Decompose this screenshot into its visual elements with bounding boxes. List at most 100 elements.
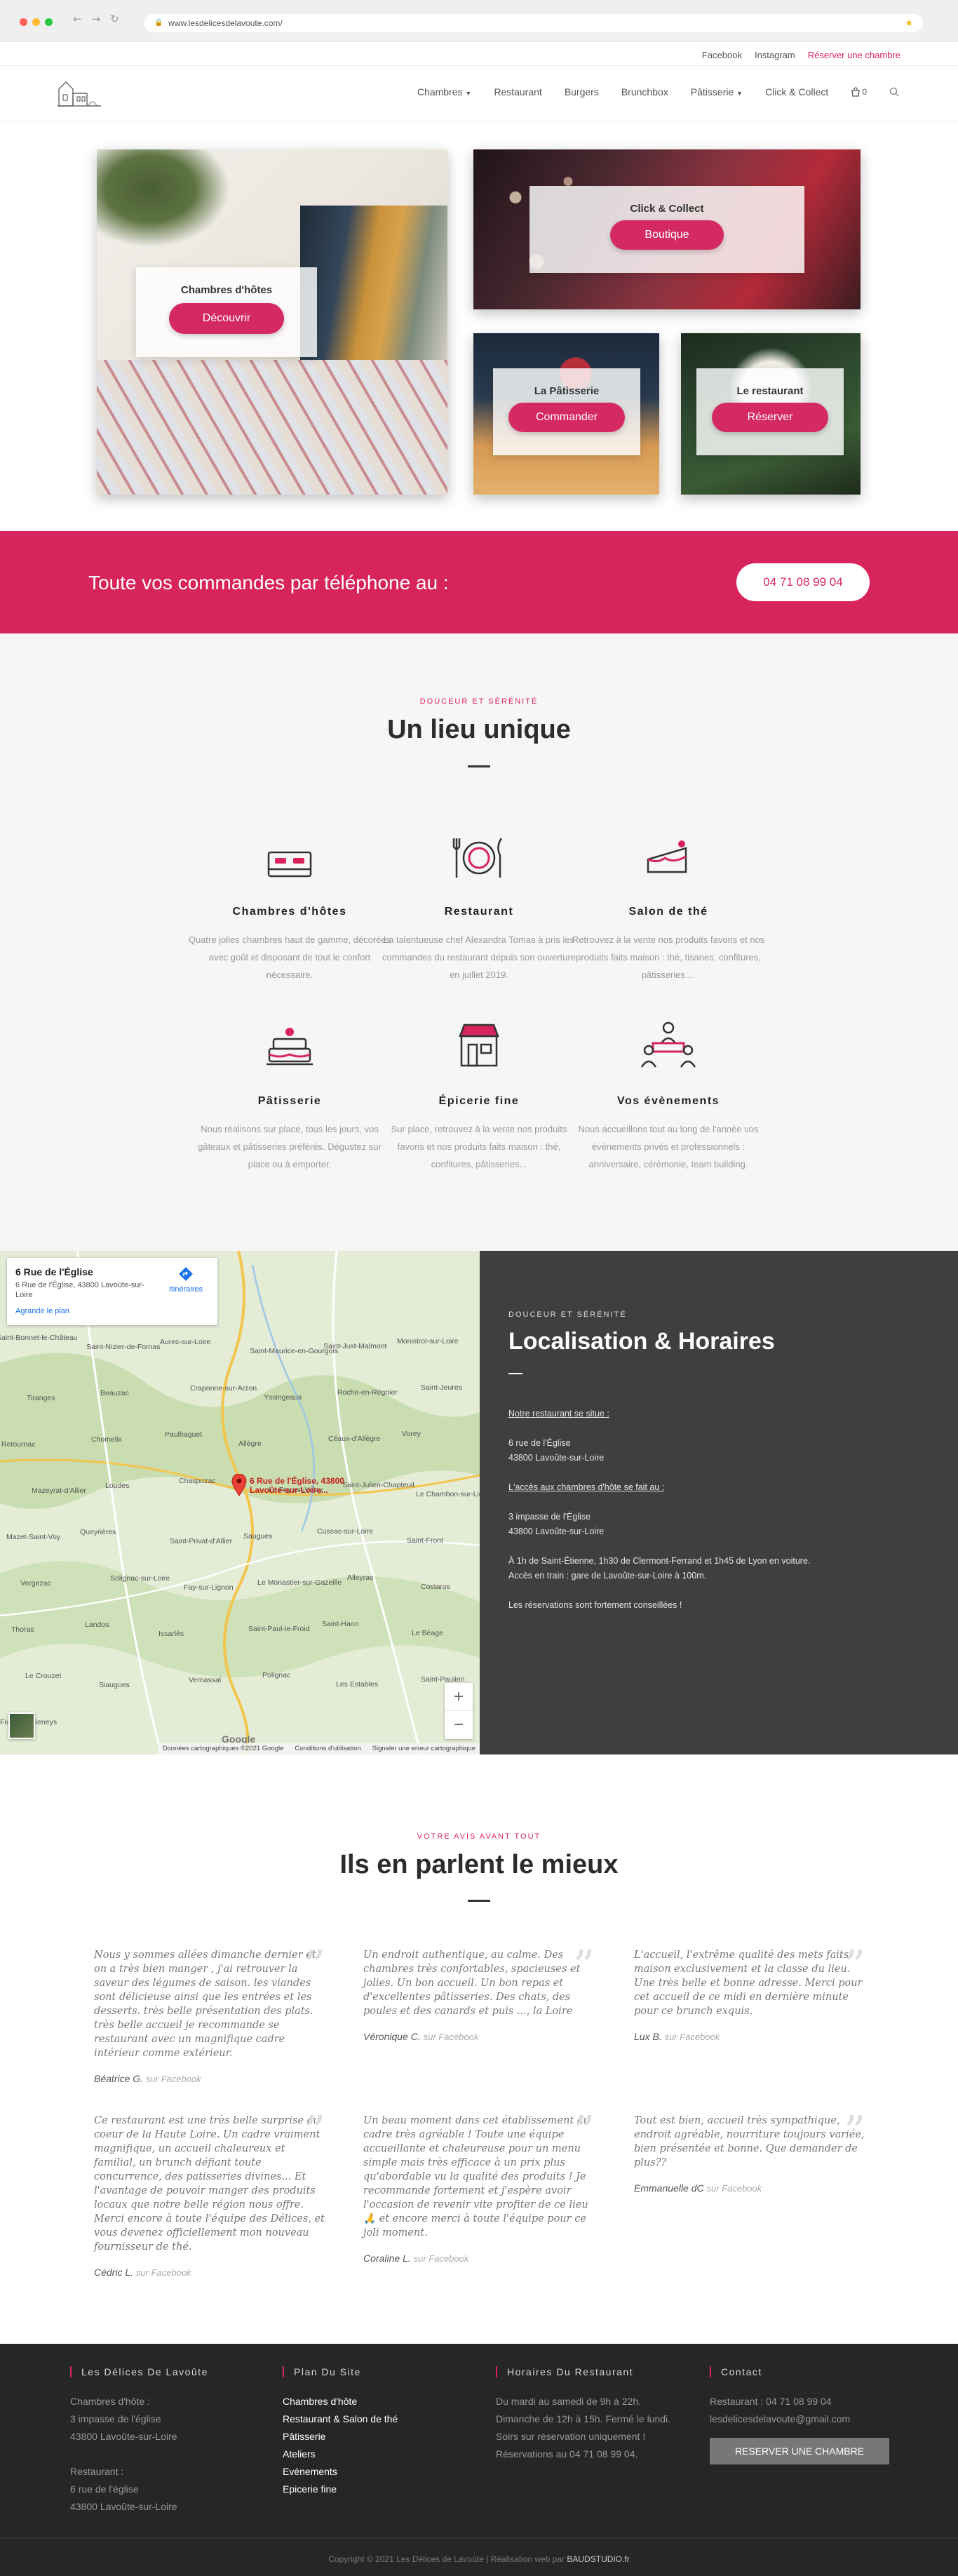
review-card: ” Tout est bien, accueil très sympathiqu… [634,2111,865,2194]
map-place-label: Céaux-d'Allègre [328,1435,381,1443]
map-report-link[interactable]: Signaler une erreur cartographique [372,1745,475,1753]
map-place-label: Thoras [11,1625,34,1634]
feature-title: Épicerie fine [438,1095,520,1107]
reserve-button[interactable]: Réserver [712,403,828,432]
feature-desc: La talentueuse chef Alexandra Tomas à pr… [382,934,576,980]
close-dot[interactable] [20,18,27,26]
rooms-label: L'accès aux chambres d'hôte se fait au : [508,1482,665,1492]
card-title: Click & Collect [630,203,704,215]
site-logo[interactable] [56,76,102,109]
card-click-collect[interactable]: Click & Collect Boutique [473,149,861,309]
footer-link[interactable]: Evènements [283,2463,479,2481]
review-card: ” L'accueil, l'extrême qualité des mets … [634,1945,865,2042]
bed-icon [267,851,312,878]
map-place-label: Polignac [262,1671,291,1679]
map-place-label: Aurec-sur-Loire [160,1338,211,1346]
satellite-toggle[interactable] [8,1712,35,1739]
nav-brunchbox[interactable]: Brunchbox [621,86,668,98]
zoom-in-button[interactable]: + [445,1683,473,1711]
minimize-dot[interactable] [32,18,40,26]
map-place-label: Saint-Haon [322,1620,359,1628]
nav-chambres[interactable]: Chambres ▼ [417,86,471,98]
footer-link[interactable]: Pâtisserie [283,2428,479,2446]
map-address-line: 6 Rue de l'Église, 43800 Lavoûte-sur-Loi… [15,1281,144,1299]
enlarge-map-link[interactable]: Agrandir le plan [15,1307,209,1315]
map-place-label: Costaros [421,1583,451,1591]
feature-desc: Quatre jolies chambres haut de gamme, dé… [188,934,391,980]
phone-button[interactable]: 04 71 08 99 04 [736,563,870,601]
card-patisserie[interactable]: La Pâtisserie Commander [473,333,659,495]
url-bar[interactable]: 🔒 www.lesdelicesdelavoute.com/ ★ [144,14,923,32]
window-controls [20,18,53,26]
footer-link[interactable]: Chambres d'hôte [283,2393,479,2410]
nav-patisserie[interactable]: Pâtisserie ▼ [691,86,743,98]
map-place-label: Mazeyrat-d'Allier [32,1487,86,1495]
cake-slice-icon [647,840,687,873]
feature-title: Pâtisserie [257,1095,322,1107]
forward-icon[interactable]: → [92,13,101,25]
site-header: Chambres ▼ Restaurant Burgers Brunchbox … [0,67,958,121]
footer-heading: Les Délices De Lavoûte [70,2366,267,2377]
feature-title: Vos évènements [616,1095,720,1107]
map-place-label: Alleyras [347,1574,374,1582]
nav-burgers[interactable]: Burgers [565,86,599,98]
plate-cutlery-icon [452,838,503,878]
google-map[interactable]: Saint-Bonnet-le-Château Saint-Nizier-de-F… [0,1251,480,1755]
location-section: Saint-Bonnet-le-Château Saint-Nizier-de-F… [0,1251,958,1755]
footer-line: 6 rue de l'église [70,2483,139,2495]
nav-click-collect[interactable]: Click & Collect [765,86,828,98]
search-icon[interactable] [889,87,899,97]
card-chambres[interactable]: Chambres d'hôtes Découvrir [97,149,447,495]
map-place-label: Mazet-Saint-Voy [6,1533,61,1541]
copyright-bar: Copyright © 2021 Les Délices de Lavoûte … [0,2538,958,2576]
back-icon[interactable]: ← [73,13,82,25]
shop-button[interactable]: Boutique [610,220,724,250]
lock-icon: 🔒 [154,19,163,27]
map-terms-link[interactable]: Conditions d'utilisation [295,1745,360,1753]
map-marker[interactable]: 6 Rue de l'Église, 43800 Lavoûte-sur-Loi… [231,1473,344,1500]
map-place-label: Cussac-sur-Loire [317,1527,373,1536]
reload-icon[interactable]: ↻ [110,13,119,25]
cart-link[interactable]: 0 [851,87,867,97]
site-footer: Les Délices De Lavoûte Chambres d'hôte :… [0,2344,958,2576]
footer-line: 43800 Lavoûte-sur-Loire [70,2501,177,2512]
footer-link[interactable]: Ateliers [283,2446,479,2463]
map-place-label: Yssingeaux [264,1393,302,1402]
facebook-link[interactable]: Facebook [702,50,742,60]
instagram-link[interactable]: Instagram [755,50,795,60]
order-button[interactable]: Commander [508,403,625,432]
feature-desc: Retrouvez à la vente nos produits favori… [572,934,765,980]
book-room-link[interactable]: Réserver une chambre [808,50,900,60]
quote-mark-icon: ” [304,1942,325,1991]
resto-address-2: 43800 Lavoûte-sur-Loire [508,1453,605,1463]
zoom-out-button[interactable]: − [445,1711,473,1739]
book-room-button[interactable]: RESERVER UNE CHAMBRE [710,2438,889,2464]
nav-restaurant[interactable]: Restaurant [494,86,541,98]
map-place-label: Vorey [402,1430,421,1438]
footer-col-contact: Contact Restaurant : 04 71 08 99 04 lesd… [710,2366,906,2464]
map-attribution-bar: Données cartographiques ©2021 Google Con… [158,1743,480,1755]
footer-link[interactable]: Epicerie fine [283,2481,479,2498]
bookmark-star-icon[interactable]: ★ [905,18,913,29]
feature-evenements: Vos évènements Nous accueillons tout au … [567,1019,770,1173]
review-text: Tout est bien, accueil très sympathique,… [634,2115,865,2168]
card-title: La Pâtisserie [534,385,600,397]
feature-epicerie: Épicerie fine Sur place, retrouvez à la … [377,1019,581,1173]
directions-button[interactable]: Itinéraires [161,1266,210,1294]
contact-phone[interactable]: Restaurant : 04 71 08 99 04 [710,2393,906,2410]
section-title: Un lieu unique [387,715,571,744]
review-text: Un beau moment dans cet établissement au… [363,2115,590,2239]
contact-email[interactable]: lesdelicesdelavoute@gmail.com [710,2410,906,2428]
map-place-label: Saint-Paul-le-Froid [248,1625,310,1633]
card-restaurant[interactable]: Le restaurant Réserver [681,333,861,495]
studio-link[interactable]: BAUDSTUDIO.fr [567,2554,629,2564]
main-nav: Chambres ▼ Restaurant Burgers Brunchbox … [417,86,899,98]
footer-link[interactable]: Restaurant & Salon de thé [283,2410,479,2428]
discover-button[interactable]: Découvrir [169,303,284,334]
map-place-label: Monistrol-sur-Loire [397,1337,459,1346]
access-info: À 1h de Saint-Étienne, 1h30 de Clermont-… [508,1556,811,1566]
copyright-text: Copyright © 2021 Les Délices de Lavoûte … [328,2554,567,2564]
location-rule [508,1373,522,1374]
section-title: Ils en parlent le mieux [339,1850,619,1879]
maximize-dot[interactable] [45,18,53,26]
